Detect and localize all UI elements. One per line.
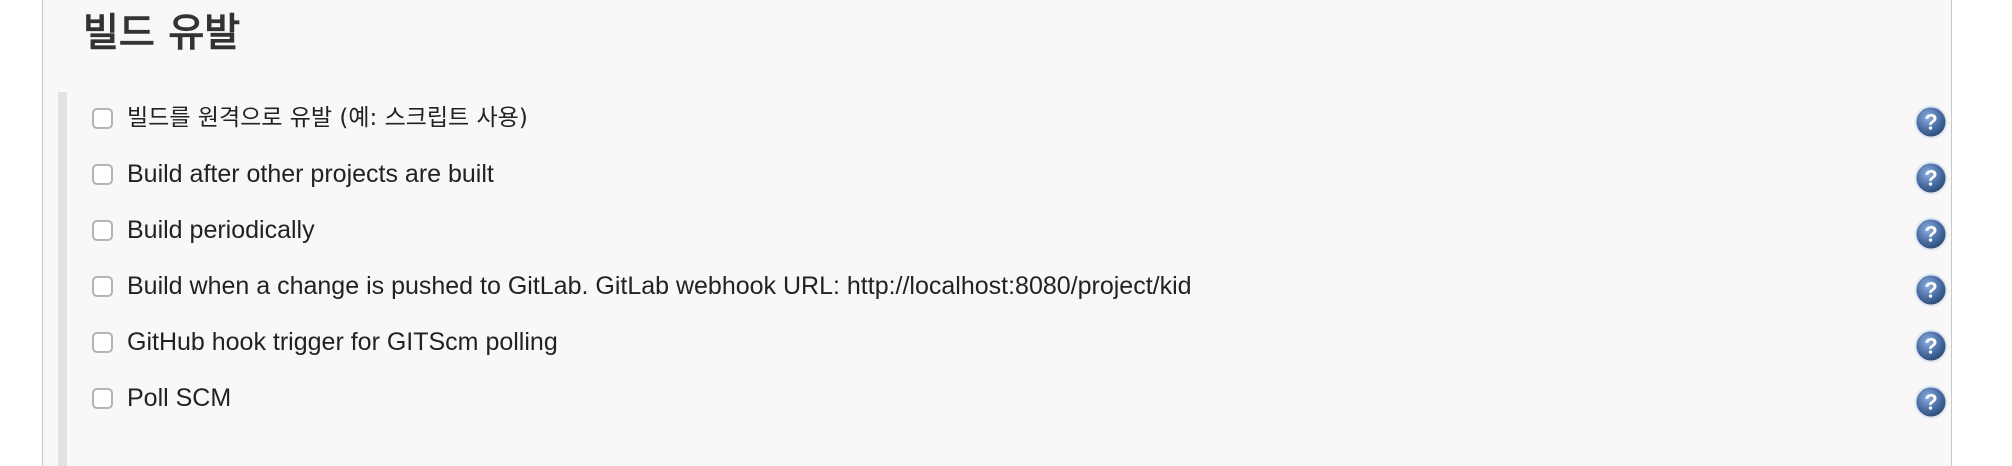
svg-text:?: ? <box>1924 166 1937 191</box>
build-after-other-label[interactable]: Build after other projects are built <box>127 158 494 190</box>
option-row-build-periodically: Build periodically ? <box>67 204 1957 260</box>
svg-text:?: ? <box>1924 334 1937 359</box>
trigger-remotely-label[interactable]: 빌드를 원격으로 유발 (예: 스크립트 사용) <box>127 102 528 134</box>
help-icon[interactable]: ? <box>1914 385 1948 419</box>
option-row-github-hook: GitHub hook trigger for GITScm polling ? <box>67 316 1957 372</box>
help-icon[interactable]: ? <box>1914 161 1948 195</box>
github-hook-checkbox[interactable] <box>92 332 113 353</box>
option-row-gitlab-push: Build when a change is pushed to GitLab.… <box>67 260 1957 316</box>
github-hook-label[interactable]: GitHub hook trigger for GITScm polling <box>127 326 558 358</box>
svg-text:?: ? <box>1924 222 1937 247</box>
gitlab-push-checkbox[interactable] <box>92 276 113 297</box>
option-row-trigger-remotely: 빌드를 원격으로 유발 (예: 스크립트 사용) ? <box>67 92 1957 148</box>
build-after-other-checkbox[interactable] <box>92 164 113 185</box>
build-periodically-label[interactable]: Build periodically <box>127 214 315 246</box>
build-triggers-panel: 빌드 유발 빌드를 원격으로 유발 (예: 스크립트 사용) ? Build a… <box>42 0 1952 466</box>
help-icon[interactable]: ? <box>1914 273 1948 307</box>
poll-scm-label[interactable]: Poll SCM <box>127 382 231 414</box>
help-icon[interactable]: ? <box>1914 217 1948 251</box>
help-icon[interactable]: ? <box>1914 105 1948 139</box>
option-row-poll-scm: Poll SCM ? <box>67 372 1957 428</box>
svg-text:?: ? <box>1924 390 1937 415</box>
help-icon[interactable]: ? <box>1914 329 1948 363</box>
section-title: 빌드 유발 <box>83 11 241 56</box>
svg-text:?: ? <box>1924 110 1937 135</box>
poll-scm-checkbox[interactable] <box>92 388 113 409</box>
build-periodically-checkbox[interactable] <box>92 220 113 241</box>
trigger-options-list: 빌드를 원격으로 유발 (예: 스크립트 사용) ? Build after o… <box>58 92 1957 466</box>
gitlab-push-label[interactable]: Build when a change is pushed to GitLab.… <box>127 270 1192 302</box>
trigger-remotely-checkbox[interactable] <box>92 108 113 129</box>
svg-text:?: ? <box>1924 278 1937 303</box>
option-row-build-after-other: Build after other projects are built ? <box>67 148 1957 204</box>
